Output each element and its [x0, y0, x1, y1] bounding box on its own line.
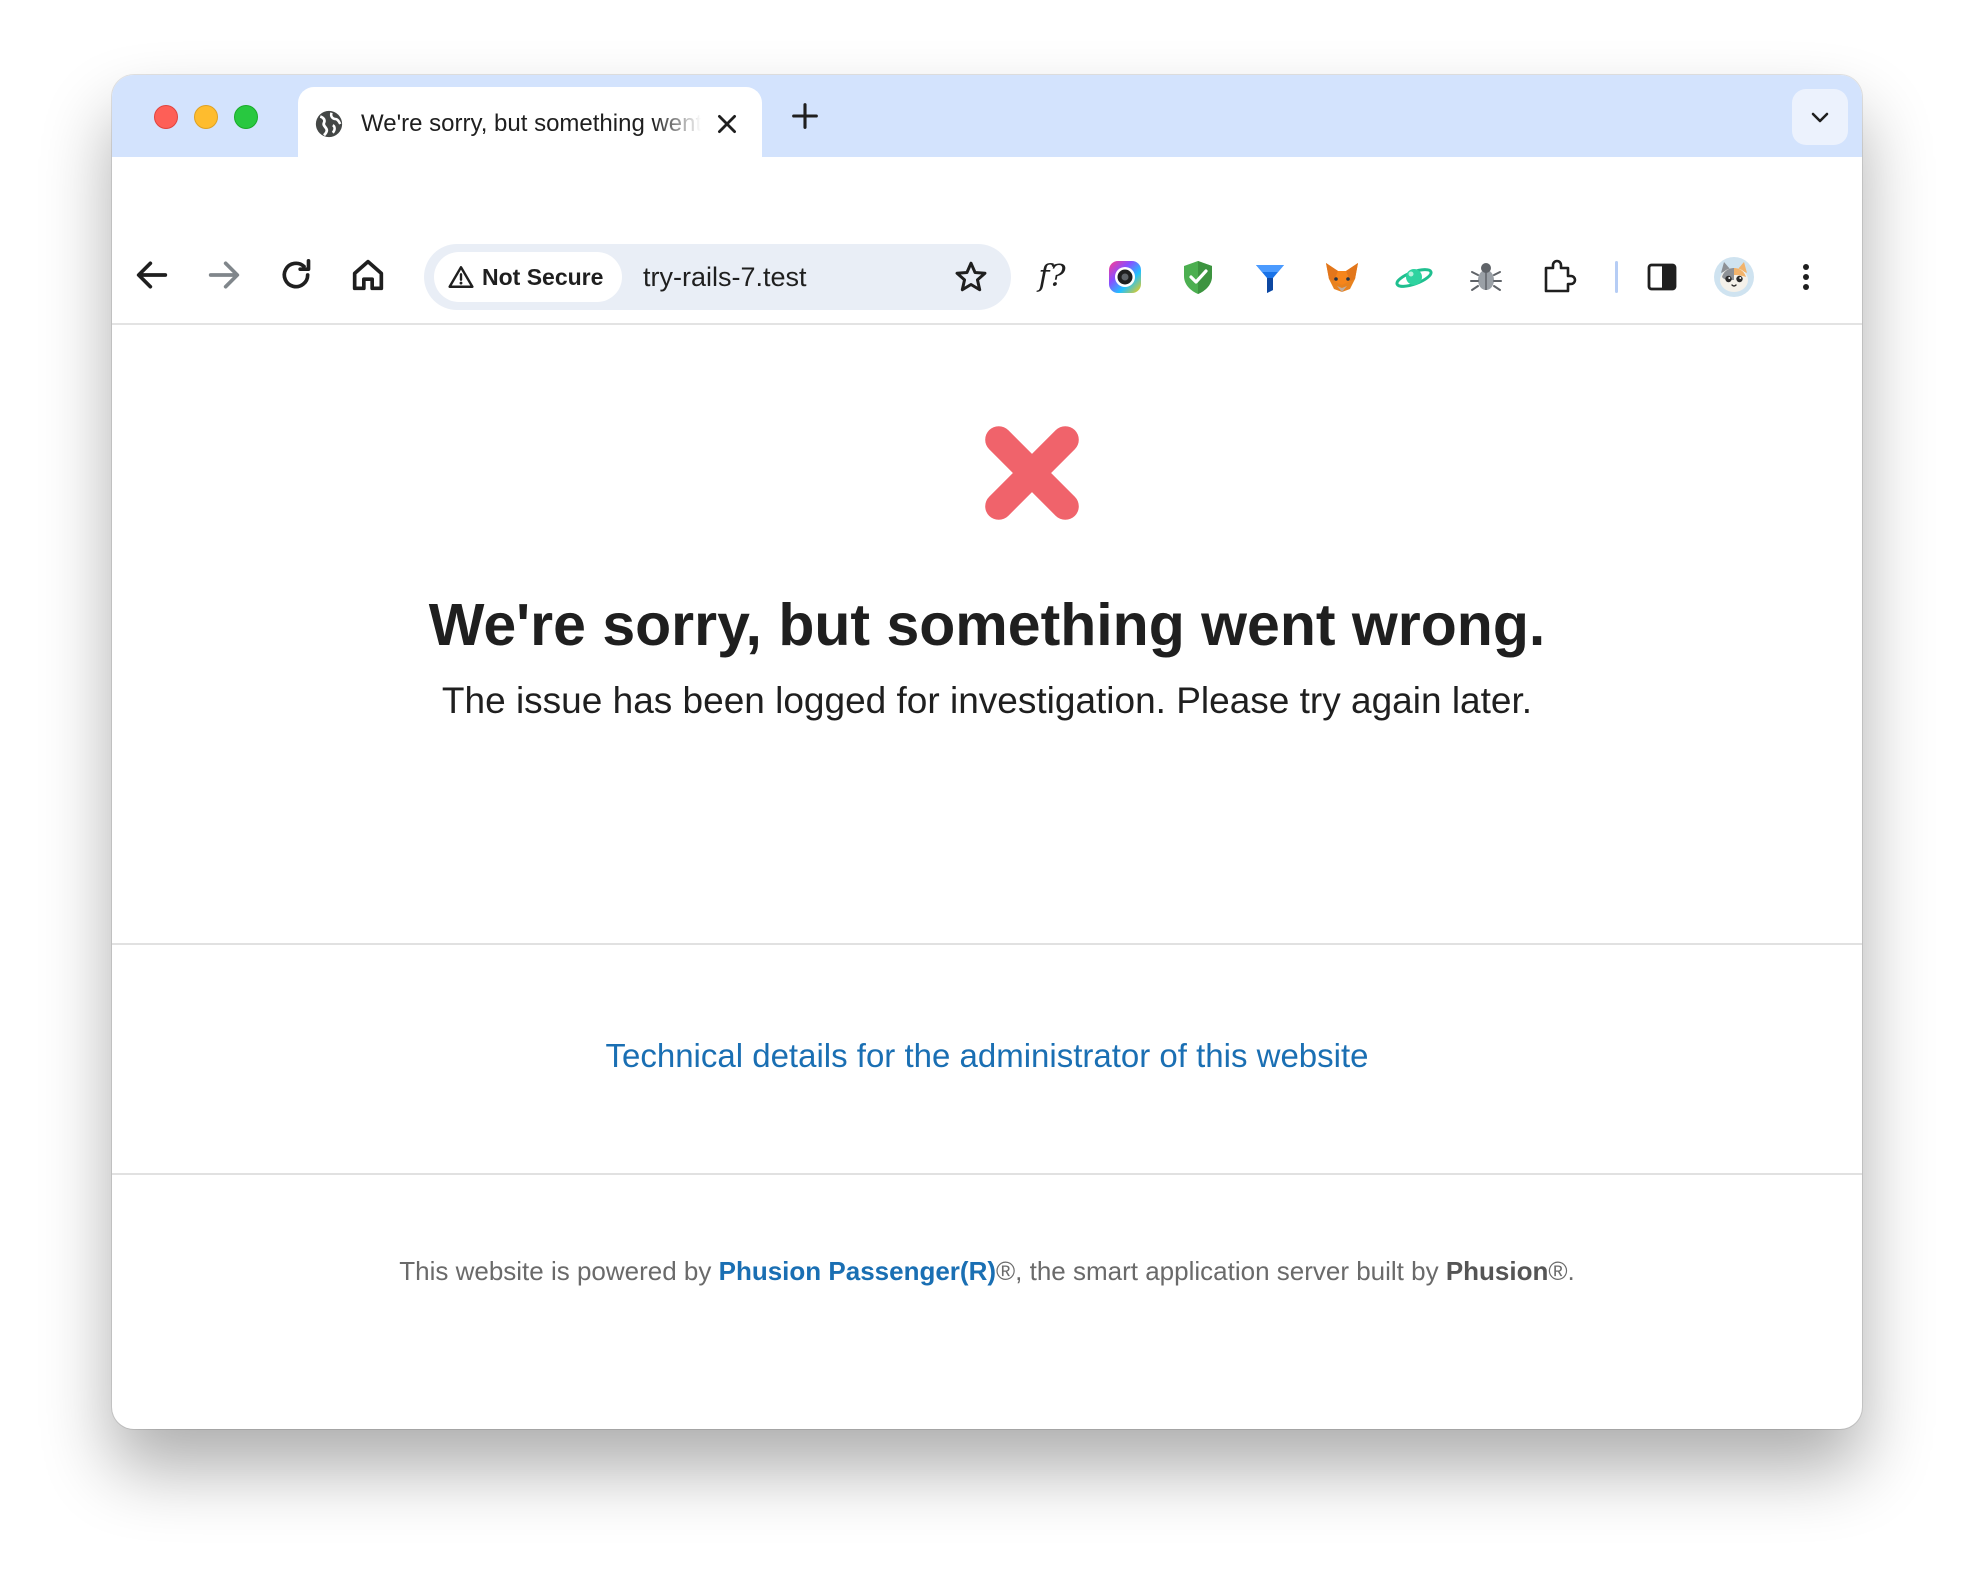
close-window-button[interactable] — [154, 105, 178, 129]
shield-checkmark-extension-icon[interactable] — [1176, 255, 1220, 299]
section-divider-bottom — [112, 1173, 1862, 1175]
profile-avatar[interactable] — [1712, 255, 1756, 299]
phusion-passenger-link[interactable]: Phusion Passenger(R) — [719, 1256, 996, 1286]
tab-search-button[interactable] — [1792, 89, 1848, 145]
powered-by-footer: This website is powered by Phusion Passe… — [112, 1251, 1862, 1291]
warning-triangle-icon — [448, 266, 474, 288]
new-tab-icon[interactable] — [788, 99, 822, 133]
site-security-chip[interactable]: Not Secure — [434, 252, 622, 302]
extensions-puzzle-icon[interactable] — [1536, 255, 1580, 299]
address-bar[interactable]: Not Secure try-rails-7.test — [424, 244, 1011, 310]
minimize-window-button[interactable] — [194, 105, 218, 129]
tab-title: We're sorry, but something went wrong — [361, 110, 701, 137]
color-picker-extension-icon[interactable] — [1103, 255, 1147, 299]
close-tab-icon[interactable] — [714, 111, 740, 137]
kebab-menu-icon[interactable] — [1784, 255, 1828, 299]
bug-debugger-extension-icon[interactable] — [1464, 255, 1508, 299]
footer-middle: ®, the smart application server built by — [996, 1256, 1446, 1286]
back-icon[interactable] — [132, 255, 172, 295]
tab-strip: We're sorry, but something went wrong — [112, 75, 1862, 157]
font-finder-extension[interactable]: f? — [1030, 255, 1074, 299]
error-x-icon — [985, 426, 1079, 520]
home-icon[interactable] — [348, 255, 388, 295]
blue-funnel-extension-icon[interactable] — [1248, 255, 1292, 299]
side-panel-icon[interactable] — [1640, 255, 1684, 299]
maximize-window-button[interactable] — [234, 105, 258, 129]
globe-icon — [315, 110, 343, 138]
error-subtext: The issue has been logged for investigat… — [441, 680, 1533, 721]
metamask-fox-extension-icon[interactable] — [1320, 255, 1364, 299]
footer-prefix: This website is powered by — [399, 1256, 719, 1286]
toolbar-separator — [1615, 261, 1618, 293]
toolbar-divider — [112, 323, 1862, 325]
active-tab[interactable]: We're sorry, but something went wrong — [298, 87, 762, 157]
reload-icon[interactable] — [276, 255, 316, 295]
section-divider-top — [112, 943, 1862, 945]
error-heading: We're sorry, but something went wrong. — [428, 592, 1546, 658]
phusion-company-name: Phusion — [1445, 1256, 1549, 1286]
browser-window: We're sorry, but something went wrong — [112, 75, 1862, 1429]
forward-icon[interactable] — [204, 255, 244, 295]
technical-details-link[interactable]: Technical details for the administrator … — [112, 1033, 1862, 1079]
footer-suffix: ®. — [1548, 1256, 1575, 1286]
url-text[interactable]: try-rails-7.test — [643, 244, 807, 310]
bookmark-star-icon[interactable] — [953, 259, 989, 295]
chevron-down-icon — [1811, 112, 1829, 123]
green-planet-extension-icon[interactable] — [1392, 255, 1436, 299]
security-label: Not Secure — [482, 264, 604, 290]
